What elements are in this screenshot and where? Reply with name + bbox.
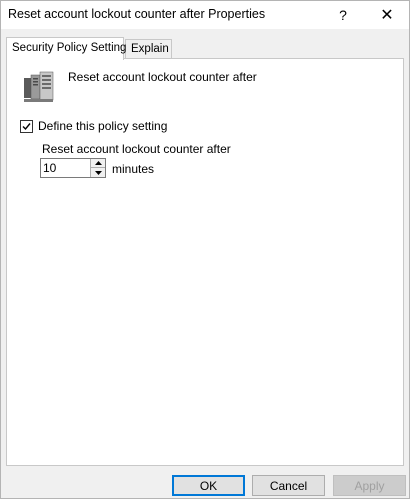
up-arrow-icon: [94, 161, 102, 165]
help-icon: ?: [339, 7, 347, 23]
ok-button[interactable]: OK: [172, 475, 245, 496]
check-icon: [22, 122, 31, 130]
title-bar: Reset account lockout counter after Prop…: [1, 1, 409, 29]
increment-button[interactable]: [90, 159, 105, 168]
close-button[interactable]: ✕: [365, 1, 409, 29]
tab-security-policy-setting[interactable]: Security Policy Setting: [6, 37, 127, 60]
define-policy-checkbox[interactable]: Define this policy setting: [20, 119, 167, 133]
checkbox-box[interactable]: [20, 119, 33, 133]
help-button[interactable]: ?: [321, 1, 365, 29]
define-policy-label: Define this policy setting: [38, 119, 168, 133]
decrement-button[interactable]: [90, 168, 105, 177]
tab-explain[interactable]: Explain: [125, 39, 172, 58]
policy-title: Reset account lockout counter after: [68, 70, 257, 84]
properties-dialog: Reset account lockout counter after Prop…: [0, 0, 410, 499]
reset-counter-label: Reset account lockout counter after: [42, 142, 231, 156]
server-policy-icon: [24, 71, 54, 102]
down-arrow-icon: [94, 170, 102, 175]
minutes-unit-label: minutes: [112, 162, 155, 176]
apply-button[interactable]: Apply: [333, 475, 406, 496]
tab-label: Explain: [131, 43, 169, 55]
tab-label: Security Policy Setting: [12, 42, 127, 54]
close-icon: ✕: [380, 7, 394, 24]
minutes-stepper[interactable]: [40, 158, 106, 178]
cancel-button[interactable]: Cancel: [252, 475, 325, 496]
minutes-input[interactable]: [43, 160, 87, 176]
tab-panel: Reset account lockout counter after Defi…: [6, 58, 404, 466]
window-title: Reset account lockout counter after Prop…: [8, 7, 266, 21]
